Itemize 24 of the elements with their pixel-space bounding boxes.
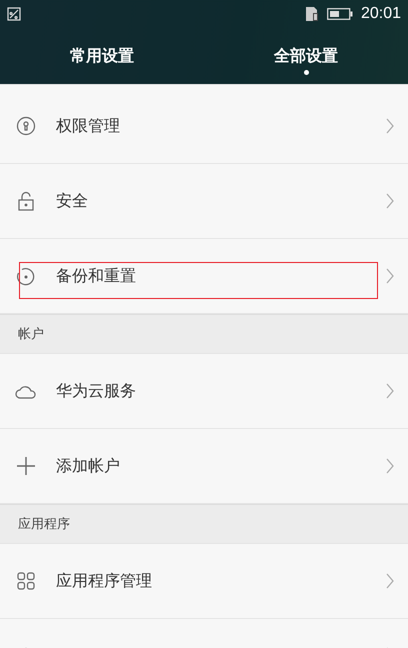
cloud-icon xyxy=(15,383,37,399)
lock-icon xyxy=(17,191,35,211)
sim-card-icon xyxy=(306,7,319,21)
settings-item[interactable]: 安全 xyxy=(0,164,408,239)
section-header: 应用程序 xyxy=(0,504,408,544)
restore-icon xyxy=(16,266,36,286)
chevron-icon xyxy=(386,118,394,134)
battery-icon xyxy=(326,8,353,20)
grid-icon xyxy=(17,572,35,590)
chevron-icon xyxy=(386,383,394,399)
clock-time: 20:01 xyxy=(360,5,401,23)
tab[interactable]: 全部设置 xyxy=(204,28,408,84)
chevron-icon xyxy=(386,573,394,589)
settings-item[interactable]: 华为云服务 xyxy=(0,354,408,429)
settings-item[interactable]: 权限管理 xyxy=(0,89,408,164)
tab[interactable]: 常用设置 xyxy=(0,28,204,84)
settings-item[interactable]: 应用程序管理 xyxy=(0,544,408,619)
chevron-icon xyxy=(386,268,394,284)
chevron-icon xyxy=(386,458,394,474)
keyhole-icon xyxy=(16,116,36,136)
plus-icon xyxy=(16,456,36,476)
section-header: 帐户 xyxy=(0,314,408,354)
chevron-icon xyxy=(386,193,394,209)
image-icon xyxy=(7,7,21,21)
